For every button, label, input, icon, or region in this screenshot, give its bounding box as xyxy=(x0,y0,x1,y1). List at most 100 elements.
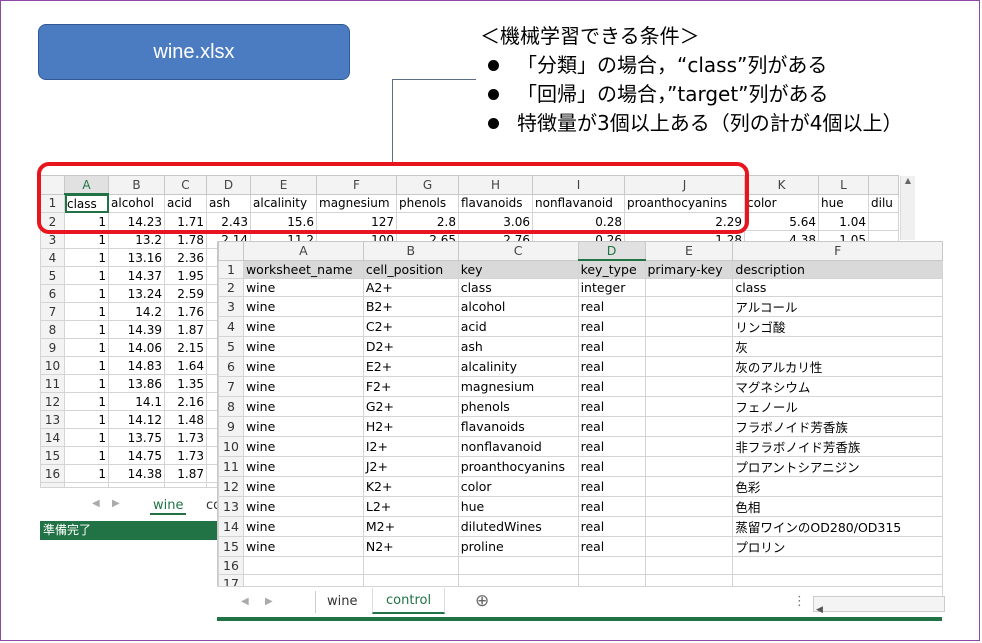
column-header[interactable]: C xyxy=(457,241,579,261)
cell[interactable]: D2+ xyxy=(362,336,459,357)
cell[interactable]: G2+ xyxy=(362,396,459,417)
row-header[interactable]: 4 xyxy=(218,316,244,337)
header-cell[interactable]: color xyxy=(744,193,819,213)
cell[interactable]: 1 xyxy=(64,284,109,303)
cell[interactable]: L2+ xyxy=(362,496,459,517)
add-sheet-icon[interactable]: ⊕ xyxy=(475,591,489,611)
cell[interactable]: アルコール xyxy=(732,296,943,317)
tab-prev-icon[interactable]: ◀ xyxy=(92,498,100,509)
cell[interactable]: 13.16 xyxy=(108,248,165,267)
cell[interactable]: wine xyxy=(242,296,364,317)
cell[interactable]: フェノール xyxy=(732,396,943,417)
cell[interactable]: 1 xyxy=(64,410,109,429)
cell[interactable]: 2.15 xyxy=(164,338,207,357)
cell[interactable]: 色相 xyxy=(732,496,943,517)
cell[interactable]: 1 xyxy=(64,374,109,393)
cell[interactable]: M2+ xyxy=(362,516,459,537)
row-header[interactable]: 10 xyxy=(40,356,65,375)
tab-control[interactable]: control xyxy=(372,588,446,614)
cell[interactable]: 1.73 xyxy=(164,446,207,465)
cell[interactable]: 1.35 xyxy=(164,374,207,393)
cell[interactable]: key xyxy=(457,259,579,279)
cell[interactable]: real xyxy=(577,416,646,437)
row-header[interactable]: 12 xyxy=(218,476,244,497)
cell[interactable]: 13.24 xyxy=(108,284,165,303)
cell[interactable]: N2+ xyxy=(362,536,459,557)
row-header[interactable]: 8 xyxy=(40,320,65,339)
cell[interactable]: 1.48 xyxy=(164,410,207,429)
row-header[interactable]: 10 xyxy=(218,436,244,457)
vertical-scrollbar[interactable]: ▲ xyxy=(900,176,915,240)
tab-next-icon[interactable]: ▶ xyxy=(112,498,120,509)
cell[interactable]: K2+ xyxy=(362,476,459,497)
cell[interactable]: real xyxy=(577,456,646,477)
cell[interactable]: real xyxy=(577,476,646,497)
row-header[interactable]: 2 xyxy=(218,278,244,297)
cell[interactable]: class xyxy=(732,278,943,297)
cell[interactable]: proanthocyanins xyxy=(457,456,579,477)
cell[interactable]: phenols xyxy=(457,396,579,417)
cell[interactable] xyxy=(457,556,579,575)
cell[interactable]: wine xyxy=(242,278,364,297)
cell[interactable]: wine xyxy=(242,316,364,337)
select-all-corner[interactable] xyxy=(218,241,244,261)
cell[interactable] xyxy=(644,416,734,437)
cell[interactable]: real xyxy=(577,336,646,357)
cell[interactable]: 色彩 xyxy=(732,476,943,497)
column-header[interactable]: F xyxy=(732,241,943,261)
cell[interactable]: 蒸留ワインのOD280/OD315 xyxy=(732,516,943,537)
row-header[interactable]: 7 xyxy=(40,302,65,321)
cell[interactable]: acid xyxy=(457,316,579,337)
cell[interactable]: ash xyxy=(457,336,579,357)
cell[interactable]: 2.16 xyxy=(164,392,207,411)
cell[interactable] xyxy=(644,336,734,357)
cell[interactable]: 1 xyxy=(64,266,109,285)
cell[interactable] xyxy=(362,556,459,575)
cell[interactable]: flavanoids xyxy=(457,416,579,437)
cell[interactable]: wine xyxy=(242,496,364,517)
column-header[interactable]: A xyxy=(242,241,364,261)
row-header[interactable]: 15 xyxy=(40,446,65,465)
cell[interactable]: 1 xyxy=(64,428,109,447)
column-header[interactable]: D xyxy=(577,241,646,261)
row-header[interactable]: 3 xyxy=(218,296,244,317)
cell[interactable]: J2+ xyxy=(362,456,459,477)
row-header[interactable]: 4 xyxy=(40,248,65,267)
cell[interactable]: hue xyxy=(457,496,579,517)
column-header[interactable]: E xyxy=(644,241,734,261)
cell[interactable]: 1.73 xyxy=(164,428,207,447)
cell[interactable]: 非フラボノイド芳香族 xyxy=(732,436,943,457)
cell[interactable] xyxy=(644,396,734,417)
header-cell[interactable]: dilu xyxy=(868,193,899,213)
column-header[interactable]: B xyxy=(362,241,459,261)
cell[interactable]: dilutedWines xyxy=(457,516,579,537)
cell[interactable]: wine xyxy=(242,436,364,457)
cell[interactable] xyxy=(644,296,734,317)
cell[interactable]: 14.38 xyxy=(108,464,165,483)
cell[interactable]: 13.75 xyxy=(108,428,165,447)
tab-next-icon[interactable]: ▶ xyxy=(265,596,273,607)
cell[interactable]: 14.37 xyxy=(108,266,165,285)
row-header[interactable]: 1 xyxy=(218,259,244,279)
cell[interactable]: wine xyxy=(242,416,364,437)
cell[interactable]: color xyxy=(457,476,579,497)
cell[interactable] xyxy=(732,556,943,575)
cell[interactable]: wine xyxy=(242,336,364,357)
cell[interactable]: wine xyxy=(242,376,364,397)
scroll-left-icon[interactable]: ◀ xyxy=(814,605,823,615)
cell[interactable]: 1.87 xyxy=(164,464,207,483)
cell[interactable]: nonflavanoid xyxy=(457,436,579,457)
cell[interactable]: wine xyxy=(242,516,364,537)
cell[interactable]: 2.59 xyxy=(164,284,207,303)
cell[interactable]: C2+ xyxy=(362,316,459,337)
row-header[interactable]: 5 xyxy=(218,336,244,357)
row-header[interactable]: 12 xyxy=(40,392,65,411)
tab-wine[interactable]: wine xyxy=(327,594,357,609)
cell[interactable]: プロリン xyxy=(732,536,943,557)
row-header[interactable]: 11 xyxy=(40,374,65,393)
cell[interactable]: 1.76 xyxy=(164,302,207,321)
cell[interactable]: key_type xyxy=(577,259,646,279)
control-sheet[interactable]: A B C D E F 1 worksheet_name cell_position key key… xyxy=(217,241,943,620)
tab-prev-icon[interactable]: ◀ xyxy=(241,596,249,607)
cell[interactable]: フラボノイド芳香族 xyxy=(732,416,943,437)
